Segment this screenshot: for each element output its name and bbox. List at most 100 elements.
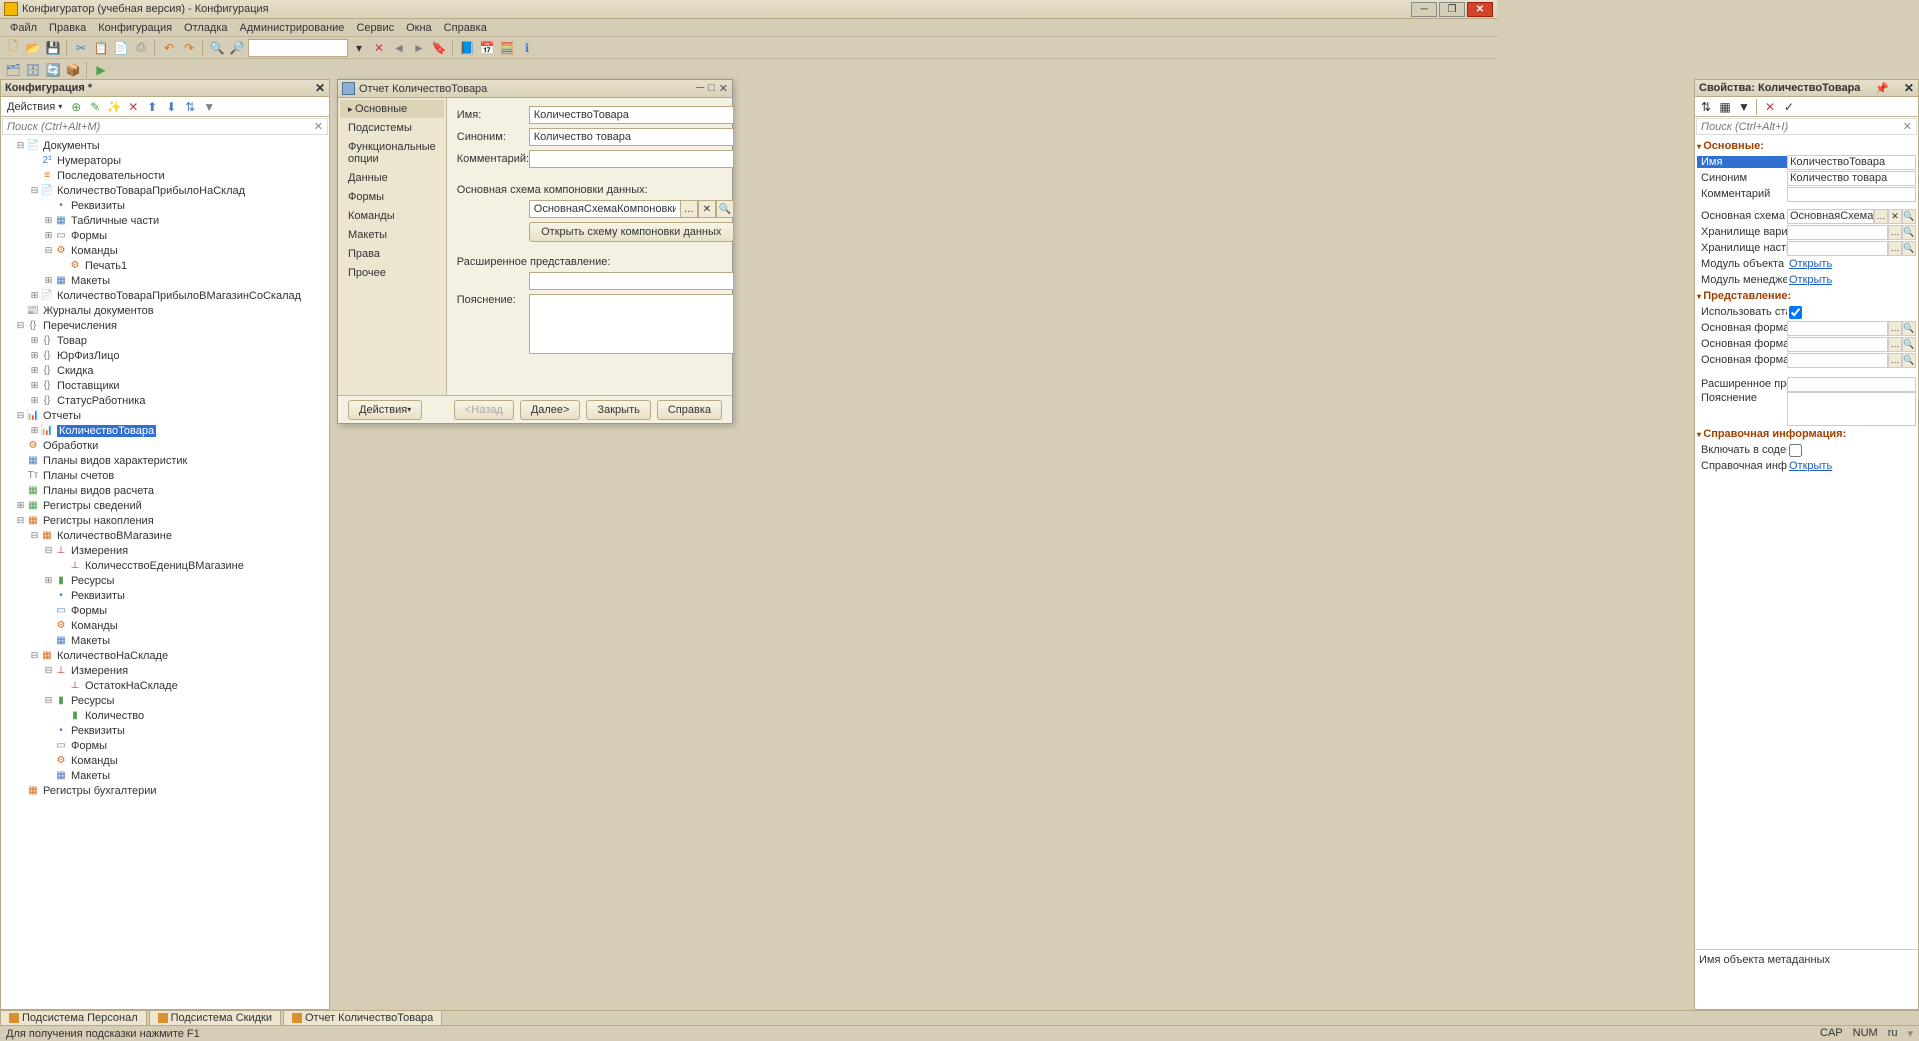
- prop-modobj-link[interactable]: Открыть: [1787, 257, 1916, 272]
- prop-mainformvar-value[interactable]: [1787, 353, 1888, 368]
- expand-icon[interactable]: ⊞: [43, 215, 54, 226]
- prop-inclcont-checkbox[interactable]: [1789, 444, 1802, 457]
- tree-item[interactable]: ⚙Обработки: [1, 438, 329, 453]
- ellipsis-icon[interactable]: …: [1888, 241, 1902, 256]
- back-button[interactable]: <Назад: [454, 400, 514, 420]
- save-icon[interactable]: 💾: [44, 39, 62, 57]
- sort-icon[interactable]: ⇅: [181, 98, 199, 116]
- clear-search-icon[interactable]: ✕: [370, 39, 388, 57]
- menu-Отладка[interactable]: Отладка: [178, 20, 233, 36]
- expand-icon[interactable]: ⊟: [15, 140, 26, 151]
- expand-icon[interactable]: ⊞: [29, 350, 40, 361]
- expand-icon[interactable]: ⊞: [43, 575, 54, 586]
- tree-item[interactable]: ⊞{}ЮрФизЛицо: [1, 348, 329, 363]
- tree-item[interactable]: ⚙Печать1: [1, 258, 329, 273]
- tree-item[interactable]: ⊟▦Регистры накопления: [1, 513, 329, 528]
- expand-icon[interactable]: ⊞: [43, 230, 54, 241]
- section-repr[interactable]: Представление:: [1697, 288, 1916, 304]
- prop-modmgr-link[interactable]: Открыть: [1787, 273, 1916, 288]
- tree-item[interactable]: ⊟📄КоличествоТовараПрибылоНаСклад: [1, 183, 329, 198]
- redo-icon[interactable]: ↷: [180, 39, 198, 57]
- lookup-icon[interactable]: 🔍: [1902, 209, 1916, 224]
- dialog-tab-1[interactable]: Подсистемы: [340, 119, 444, 137]
- tree-item[interactable]: 📰Журналы документов: [1, 303, 329, 318]
- tree-item[interactable]: ▦Макеты: [1, 633, 329, 648]
- expand-icon[interactable]: ⊟: [43, 695, 54, 706]
- props-pin-icon[interactable]: 📌: [1875, 82, 1889, 95]
- expand-icon[interactable]: ⊟: [29, 650, 40, 661]
- schema-clear-button[interactable]: ✕: [698, 200, 716, 218]
- cut-icon[interactable]: ✂: [72, 39, 90, 57]
- prop-mainformset-value[interactable]: [1787, 337, 1888, 352]
- ext-repr-input[interactable]: [529, 272, 734, 290]
- tree-item[interactable]: ⊥ОстатокНаСкладе: [1, 678, 329, 693]
- tree-item[interactable]: •Реквизиты: [1, 198, 329, 213]
- menu-Правка[interactable]: Правка: [43, 20, 92, 36]
- tree-item[interactable]: ⊟▦КоличествоВМагазине: [1, 528, 329, 543]
- up-icon[interactable]: ⬆: [143, 98, 161, 116]
- tree-item[interactable]: ⊞▦Макеты: [1, 273, 329, 288]
- help-button[interactable]: Справка: [657, 400, 722, 420]
- dialog-close-icon[interactable]: ✕: [719, 82, 728, 95]
- dialog-min-icon[interactable]: ─: [696, 82, 704, 95]
- dialog-tab-5[interactable]: Команды: [340, 207, 444, 225]
- filter-icon[interactable]: ▼: [200, 98, 218, 116]
- lookup-icon[interactable]: 🔍: [1902, 337, 1916, 352]
- expand-icon[interactable]: ⊟: [29, 185, 40, 196]
- expand-icon[interactable]: ⊟: [15, 515, 26, 526]
- clear-icon[interactable]: ✕: [1888, 209, 1902, 224]
- wand-icon[interactable]: ✨: [105, 98, 123, 116]
- menu-Сервис[interactable]: Сервис: [350, 20, 400, 36]
- print-icon[interactable]: ⎙: [132, 39, 150, 57]
- config-tree[interactable]: ⊟📄Документы2³Нумераторы≡Последовательнос…: [1, 136, 329, 1009]
- expand-icon[interactable]: ⊟: [43, 245, 54, 256]
- config-search-input[interactable]: [3, 121, 310, 133]
- check-icon[interactable]: ✓: [1780, 98, 1798, 116]
- tree-item[interactable]: ⊟{}Перечисления: [1, 318, 329, 333]
- expand-icon[interactable]: ⊞: [29, 290, 40, 301]
- expand-icon[interactable]: ⊞: [29, 335, 40, 346]
- next-button[interactable]: Далее>: [520, 400, 581, 420]
- expand-icon[interactable]: ⊟: [15, 410, 26, 421]
- config-search[interactable]: ✕: [2, 118, 328, 135]
- lookup-icon[interactable]: 🔍: [1902, 353, 1916, 368]
- clear-search-icon[interactable]: ✕: [310, 120, 327, 133]
- prop-setstore-value[interactable]: [1787, 241, 1888, 256]
- expand-icon[interactable]: ⊟: [29, 530, 40, 541]
- help-icon[interactable]: ℹ: [518, 39, 536, 57]
- comment-input[interactable]: [529, 150, 734, 168]
- expand-icon[interactable]: ⊟: [15, 320, 26, 331]
- tree-item[interactable]: ⊟▦КоличествоНаСкладе: [1, 648, 329, 663]
- tree-item[interactable]: ⊞{}Поставщики: [1, 378, 329, 393]
- delete-prop-icon[interactable]: ✕: [1761, 98, 1779, 116]
- dialog-tab-8[interactable]: Прочее: [340, 264, 444, 282]
- name-input[interactable]: [529, 106, 734, 124]
- dialog-titlebar[interactable]: Отчет КоличествоТовара ─ □ ✕: [338, 80, 732, 98]
- prop-mainform-value[interactable]: [1787, 321, 1888, 336]
- tree-item[interactable]: •Реквизиты: [1, 723, 329, 738]
- search-combo[interactable]: [248, 39, 348, 57]
- copy-icon[interactable]: 📋: [92, 39, 110, 57]
- tree-item[interactable]: 2³Нумераторы: [1, 153, 329, 168]
- tree-item[interactable]: ⊞▦Регистры сведений: [1, 498, 329, 513]
- section-ref[interactable]: Справочная информация:: [1697, 426, 1916, 442]
- object-icon[interactable]: 📦: [64, 61, 82, 79]
- update-icon[interactable]: 🔄: [44, 61, 62, 79]
- expand-icon[interactable]: ⊞: [15, 500, 26, 511]
- expand-icon[interactable]: ⊞: [29, 425, 40, 436]
- category-icon[interactable]: ▦: [1716, 98, 1734, 116]
- find-icon[interactable]: 🔍: [208, 39, 226, 57]
- debug-run-icon[interactable]: ▶: [92, 61, 110, 79]
- tree-item[interactable]: ⊞▮Ресурсы: [1, 573, 329, 588]
- find-next-icon[interactable]: 🔎: [228, 39, 246, 57]
- tree-item[interactable]: ⊟▮Ресурсы: [1, 693, 329, 708]
- prop-synonym-value[interactable]: Количество товара: [1787, 171, 1916, 186]
- tree-item[interactable]: ▭Формы: [1, 738, 329, 753]
- tree-item[interactable]: ⊞{}Товар: [1, 333, 329, 348]
- ellipsis-icon[interactable]: …: [1888, 353, 1902, 368]
- section-main[interactable]: Основные:: [1697, 138, 1916, 154]
- expand-icon[interactable]: ⊞: [29, 365, 40, 376]
- dialog-tab-2[interactable]: Функциональные опции: [340, 138, 444, 168]
- tree-item[interactable]: ⚙Команды: [1, 753, 329, 768]
- ellipsis-icon[interactable]: …: [1888, 321, 1902, 336]
